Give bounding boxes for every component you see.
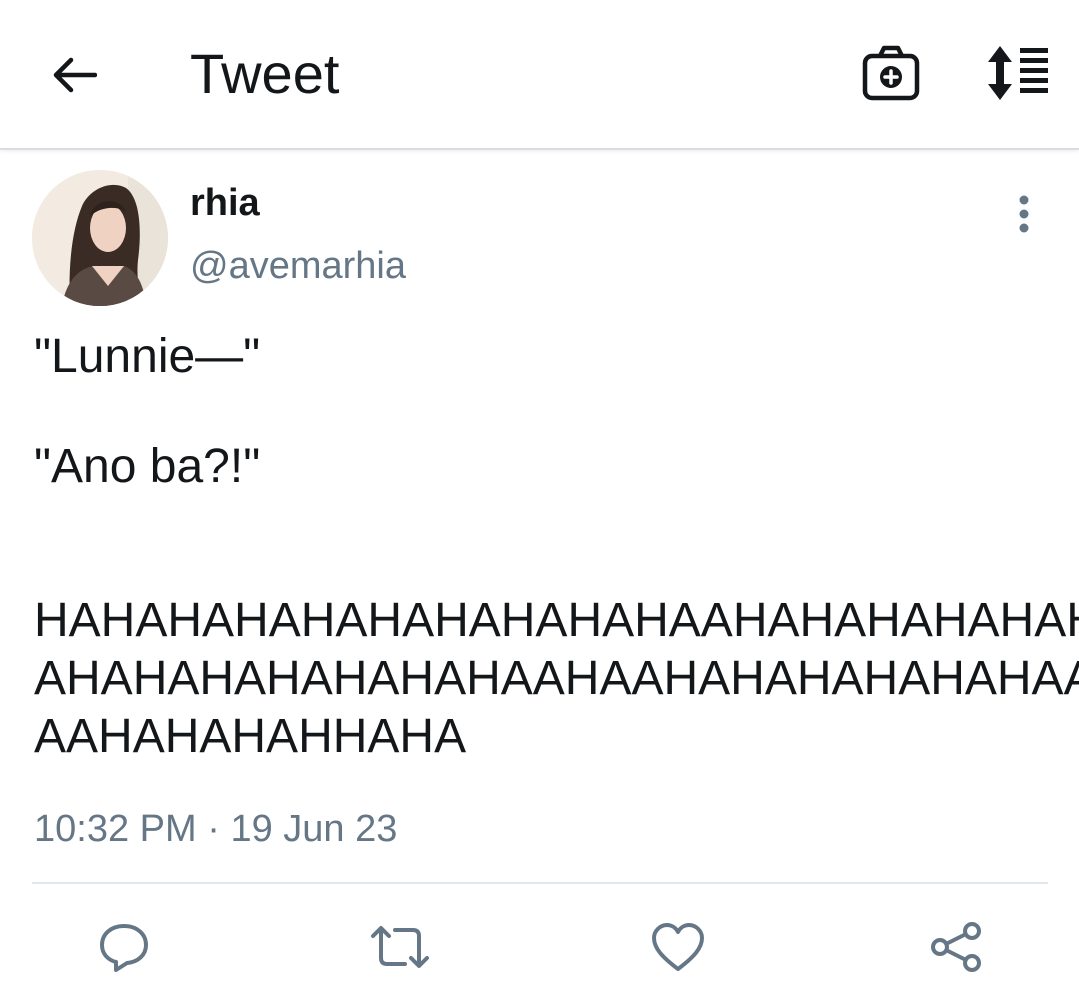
user-handle[interactable]: @avemarhia (190, 243, 406, 289)
page-title: Tweet (190, 42, 340, 105)
share-button[interactable] (924, 915, 988, 979)
back-button[interactable] (46, 48, 102, 102)
retweet-icon (371, 926, 429, 968)
divider (32, 882, 1048, 884)
heart-icon (652, 923, 704, 971)
tweet-text-laugh: HAHAHAHAHAHAHAHAHAHAAHAHAHAHAHAH AHAHAHA… (34, 594, 1079, 763)
display-name[interactable]: rhia (190, 180, 260, 226)
sort-list-icon (988, 46, 1048, 100)
more-options-button[interactable] (1004, 190, 1044, 240)
tweet-text-line: "Lunnie—" (34, 330, 261, 383)
reply-icon (100, 924, 148, 972)
camera-plus-icon (862, 45, 920, 101)
like-button[interactable] (646, 915, 710, 979)
tweet-timestamp: 10:32 PM · 19 Jun 23 (34, 806, 397, 852)
share-icon (931, 922, 981, 972)
top-app-bar: Tweet (0, 0, 1079, 150)
camera-button[interactable] (860, 44, 922, 104)
more-vertical-icon (1019, 195, 1029, 233)
tweet-text-line: "Ano ba?!" (34, 440, 261, 493)
tweet-date: 19 Jun 23 (230, 808, 398, 850)
reply-button[interactable] (92, 915, 156, 979)
meta-separator: · (207, 808, 220, 850)
tweet-time: 10:32 PM (34, 808, 197, 850)
avatar[interactable] (32, 170, 168, 306)
sort-button[interactable] (980, 44, 1052, 102)
avatar-photo (32, 170, 168, 306)
arrow-left-icon (53, 57, 97, 93)
retweet-button[interactable] (368, 915, 432, 979)
